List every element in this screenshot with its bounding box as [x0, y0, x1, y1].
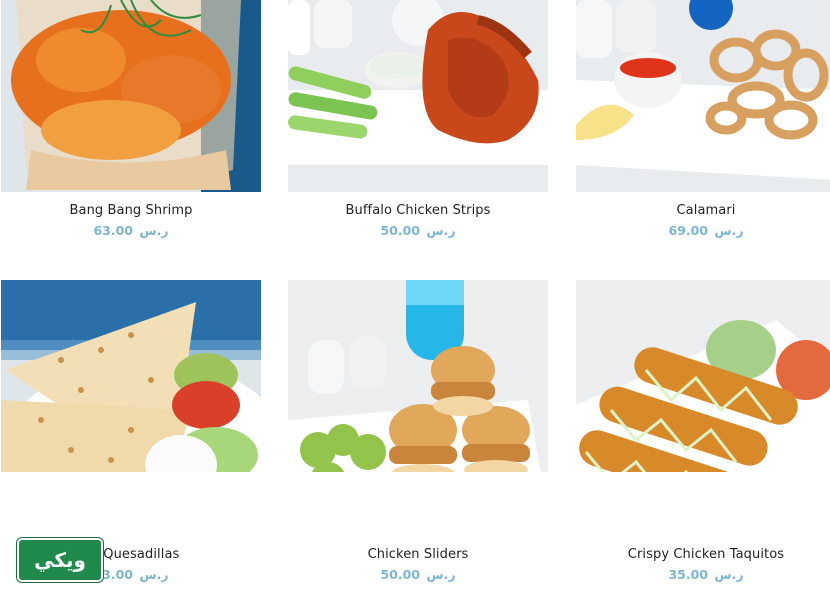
product-card[interactable] — [288, 280, 548, 472]
currency-symbol: ر.س — [139, 567, 169, 582]
product-name[interactable]: Chicken Sliders — [288, 547, 548, 562]
product-image[interactable] — [576, 0, 830, 192]
product-card[interactable]: Calamari 69.00 ر.س — [576, 0, 830, 238]
product-price: 50.00 ر.س — [288, 223, 548, 238]
product-info: Crispy Chicken Taquitos 35.00 ر.س — [576, 547, 830, 582]
currency-symbol: ر.س — [714, 223, 744, 238]
product-image[interactable] — [1, 0, 261, 192]
product-image[interactable] — [288, 0, 548, 192]
product-card[interactable]: Buffalo Chicken Strips 50.00 ر.س — [288, 0, 548, 238]
watermark-text: ويكي — [34, 548, 86, 572]
product-price: 63.00 ر.س — [1, 223, 261, 238]
currency-symbol: ر.س — [714, 567, 744, 582]
product-card[interactable]: Bang Bang Shrimp 63.00 ر.س — [1, 0, 261, 238]
price-amount: 63.00 — [93, 223, 133, 238]
product-price: 69.00 ر.س — [576, 223, 830, 238]
product-price: 35.00 ر.س — [576, 567, 830, 582]
product-image[interactable] — [288, 280, 548, 472]
price-amount: 50.00 — [380, 223, 420, 238]
product-info: Chicken Sliders 50.00 ر.س — [288, 547, 548, 582]
product-price: 50.00 ر.س — [288, 567, 548, 582]
price-amount: 69.00 — [668, 223, 708, 238]
price-amount: 50.00 — [380, 567, 420, 582]
currency-symbol: ر.س — [139, 223, 169, 238]
product-image[interactable] — [576, 280, 830, 472]
product-image[interactable] — [1, 280, 261, 472]
price-amount: 35.00 — [668, 567, 708, 582]
product-grid: Bang Bang Shrimp 63.00 ر.س Buffalo Chick… — [0, 0, 830, 600]
currency-symbol: ر.س — [426, 567, 456, 582]
product-card[interactable] — [1, 280, 261, 472]
currency-symbol: ر.س — [426, 223, 456, 238]
product-card[interactable] — [576, 280, 830, 472]
product-name[interactable]: Calamari — [576, 203, 830, 218]
product-name[interactable]: Buffalo Chicken Strips — [288, 203, 548, 218]
product-name[interactable]: Bang Bang Shrimp — [1, 203, 261, 218]
watermark-logo: ويكي — [17, 538, 103, 582]
product-name[interactable]: Crispy Chicken Taquitos — [576, 547, 830, 562]
